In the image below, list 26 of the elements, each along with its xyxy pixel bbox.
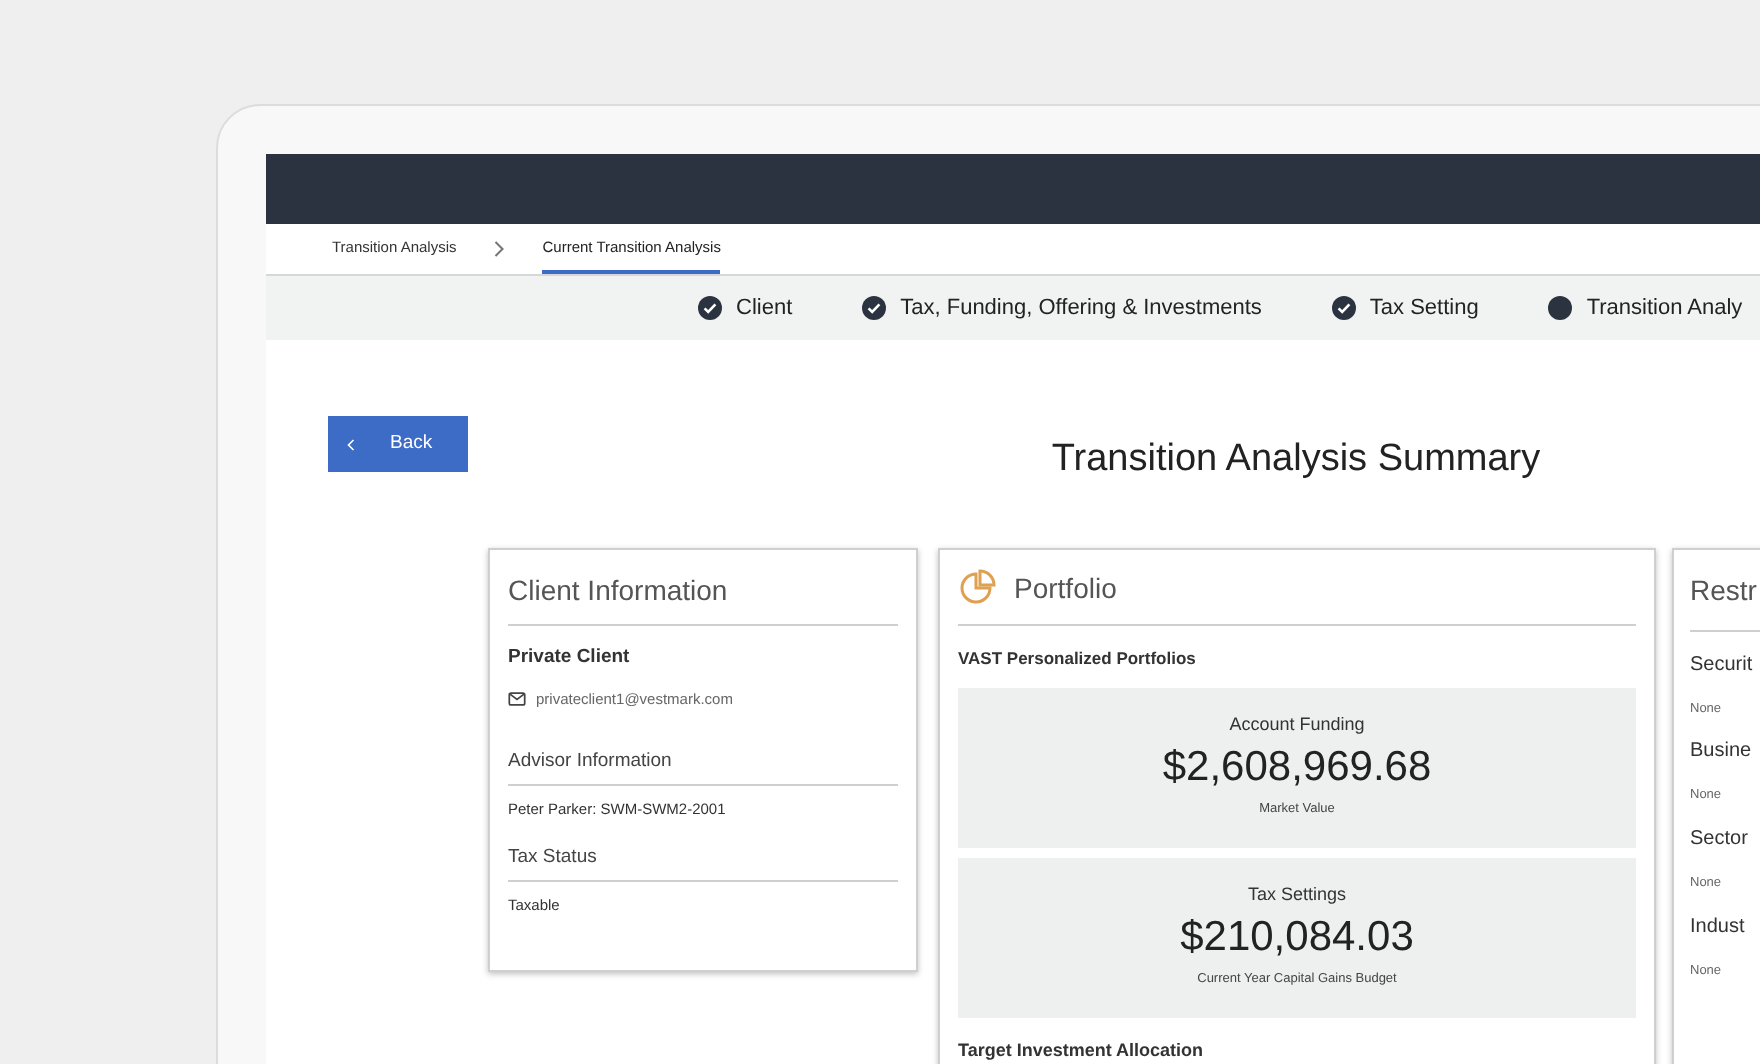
card-title: Client Information — [508, 569, 898, 625]
metric-heading: Account Funding — [1229, 712, 1365, 739]
restriction-label: Busine — [1690, 738, 1754, 767]
chevron-right-icon — [492, 240, 507, 258]
section-heading: Advisor Information — [508, 748, 898, 787]
step-label: Tax, Funding, Offering & Investments — [900, 293, 1262, 324]
metric-value: $2,608,969.68 — [1162, 741, 1432, 794]
step-label: Client — [736, 293, 793, 324]
page-title: Transition Analysis Summary — [1051, 436, 1543, 484]
client-type: Private Client — [508, 643, 632, 671]
section-heading: Target Investment Allocation — [958, 1038, 1206, 1064]
card-subtitle: VAST Personalized Portfolios — [958, 645, 1198, 671]
back-button[interactable]: Back — [328, 416, 468, 472]
restriction-label: Sector — [1690, 826, 1750, 854]
card-title: Portfolio — [1014, 569, 1117, 607]
card-title: Restr — [1690, 569, 1760, 631]
section-heading: Tax Status — [508, 843, 898, 882]
restriction-label: Indust — [1690, 913, 1747, 942]
metric-heading: Tax Settings — [1247, 882, 1347, 909]
step-label: Transition Analy — [1586, 293, 1743, 324]
chevron-left-icon — [346, 437, 356, 451]
restriction-label: Securit — [1690, 651, 1755, 679]
mail-icon — [508, 691, 526, 706]
step-label: Tax Setting — [1369, 293, 1479, 324]
pie-chart-icon — [958, 568, 998, 608]
metric-value: $210,084.03 — [1180, 911, 1414, 964]
